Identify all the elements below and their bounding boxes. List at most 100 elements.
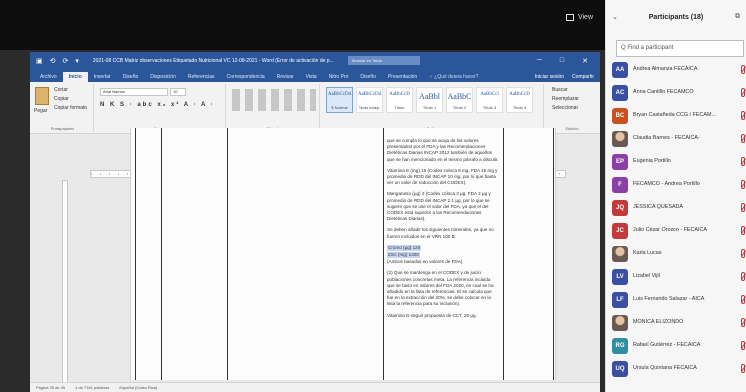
paragraph-format-buttons[interactable] <box>232 89 316 111</box>
participant-row[interactable]: EP Eugenia Portillo <box>606 152 746 172</box>
participant-name: Eugenia Portillo <box>633 158 671 164</box>
participant-row[interactable]: UQ Ursula Quintana FECAICA <box>606 359 746 379</box>
copy-button[interactable]: Copiar <box>54 96 69 102</box>
tell-me-search[interactable]: ♀ ¿Qué desea hacer? <box>423 72 484 82</box>
ribbon-tab[interactable]: Correspondencia <box>221 72 271 82</box>
muted-mic-icon <box>741 180 745 189</box>
document-page[interactable]: que se cumpla lo que se acoja de los val… <box>130 128 556 380</box>
paste-button[interactable]: Pegar <box>34 108 47 114</box>
window-controls: ─ □ ✕ <box>537 57 594 65</box>
avatar: UQ <box>612 361 628 377</box>
ribbon-tab[interactable]: Insertar <box>88 72 117 82</box>
account-area: Iniciar sesión Compartir <box>529 72 600 82</box>
document-paragraph[interactable]: (2) Que se mantenga en el CODEX y de jui… <box>387 270 499 307</box>
participant-row[interactable]: Claudia Barnes - FECAICA- <box>606 129 746 149</box>
document-paragraph[interactable]: Vitamina E (mg) 15 (Codex coloca 9 mg, F… <box>387 168 499 187</box>
participant-row[interactable]: Karla Lucas <box>606 244 746 264</box>
redo-icon[interactable]: ⟳ <box>63 57 69 65</box>
participant-name: Rafael Gutiérrez - FECAICA <box>633 342 701 348</box>
ribbon-tab[interactable]: Vista <box>300 72 323 82</box>
participant-row[interactable]: JQ JESSICA QUESADA <box>606 198 746 218</box>
table-border <box>135 128 136 380</box>
participant-row[interactable]: AC Anna Cantillo FECAMCO <box>606 83 746 103</box>
participant-row[interactable]: LV Lizabel Vijil <box>606 267 746 287</box>
table-border <box>161 128 162 380</box>
participant-row[interactable]: AA Andrea Almanza FECAICA <box>606 60 746 80</box>
style-option[interactable]: AaBbl Título 1 <box>416 87 443 113</box>
table-cell-text[interactable]: que se cumpla lo que se acoja de los val… <box>387 138 499 324</box>
style-option[interactable]: AaBbCcl Título 3 <box>476 87 503 113</box>
document-paragraph[interactable]: Manganeso (µg) 2 (Codex coloca 3 µg, FDA… <box>387 191 499 222</box>
ribbon-tab[interactable]: Inicio <box>62 72 88 82</box>
participant-row[interactable]: F FECAMCO - Andrea Portillo <box>606 175 746 195</box>
format-painter-button[interactable]: Copiar formato <box>54 105 87 111</box>
document-paragraph[interactable]: Se deben añadir los siguientes minerales… <box>387 227 499 239</box>
selected-text[interactable]: Cromo (µg) 120 <box>387 244 422 252</box>
page-count[interactable]: Página 25 de 45 <box>36 385 65 390</box>
document-paragraph[interactable]: (Ambos basados en valores de FDA) <box>387 259 499 265</box>
document-paragraph[interactable]: que se cumpla lo que se acoja de los val… <box>387 138 499 163</box>
ribbon-tab[interactable]: Nitro Pro <box>323 72 355 82</box>
minimize-icon[interactable]: ─ <box>537 57 542 65</box>
select-button[interactable]: Seleccionar <box>552 105 578 111</box>
cut-button[interactable]: Cortar <box>54 87 68 93</box>
pop-out-icon[interactable]: ⧉ <box>722 13 740 21</box>
avatar: LV <box>612 269 628 285</box>
style-option[interactable]: AaBbC Título 2 <box>446 87 473 113</box>
document-paragraph[interactable]: Vitamina D seguir propuesta de CCT, 20 µ… <box>387 313 499 319</box>
sign-in-link[interactable]: Iniciar sesión <box>535 74 564 80</box>
participant-name: Luis Fernando Salazar - AICA <box>633 296 705 302</box>
ribbon-display-options[interactable]: Mostrar en Tabla <box>348 56 420 65</box>
font-size-select[interactable]: 10 <box>170 88 186 96</box>
style-option[interactable]: AaBbCcDd Texto indep. <box>356 87 383 113</box>
save-icon[interactable]: ▣ <box>36 57 43 65</box>
ribbon-tab[interactable]: Diseño <box>354 72 382 82</box>
style-sample: AaBbCcl <box>480 92 499 97</box>
participant-row[interactable]: RG Rafael Gutiérrez - FECAICA <box>606 336 746 356</box>
participant-search-input[interactable]: Q Find a participant <box>616 40 744 57</box>
participant-name: Karla Lucas <box>633 250 662 256</box>
muted-mic-icon <box>741 203 745 212</box>
style-name: Título 1 <box>422 105 437 110</box>
find-button[interactable]: Buscar <box>552 87 568 93</box>
ribbon-tab[interactable]: Presentación <box>382 72 423 82</box>
avatar: AC <box>612 85 628 101</box>
ribbon-tab[interactable]: Diseño <box>117 72 145 82</box>
undo-icon[interactable]: ⟲ <box>50 57 56 65</box>
selected-text[interactable]: Zinc (mg) 1400 <box>387 252 420 259</box>
view-button[interactable]: View <box>565 14 593 21</box>
clipboard-group-label: Portapapeles <box>50 126 75 131</box>
ribbon-tab[interactable]: Revisar <box>271 72 300 82</box>
language-indicator[interactable]: Español (Costa Rica) <box>119 385 157 390</box>
replace-button[interactable]: Reemplazar <box>552 96 579 102</box>
style-option[interactable]: AaBbCcDd ¶ Normal <box>326 87 353 113</box>
paste-icon[interactable] <box>35 87 49 105</box>
maximize-icon[interactable]: □ <box>560 57 564 65</box>
avatar: JC <box>612 223 628 239</box>
participant-row[interactable]: JC Julio César Orozco - FECAICA <box>606 221 746 241</box>
avatar: BC <box>612 108 628 124</box>
participant-row[interactable]: LF Luis Fernando Salazar - AICA <box>606 290 746 310</box>
document-paragraph[interactable]: Cromo (µg) 120 <box>387 244 499 252</box>
participant-row[interactable]: BC Bryan Castañeda CCG / FECAM... <box>606 106 746 126</box>
ribbon-tab[interactable]: Referencias <box>182 72 221 82</box>
style-option[interactable]: AaBbCcD Título 4 <box>506 87 533 113</box>
vertical-ruler[interactable] <box>62 180 68 390</box>
chevron-down-icon[interactable]: ⌄ <box>612 13 630 21</box>
participant-name: Bryan Castañeda CCG / FECAM... <box>633 112 716 118</box>
font-name-select[interactable]: Arial Narrow <box>100 88 168 96</box>
style-name: Texto indep. <box>358 105 381 110</box>
font-format-buttons[interactable]: N K S · abc x₂ x² A · A · <box>100 102 215 108</box>
style-name: Título 3 <box>482 105 497 110</box>
styles-group: AaBbCcDd ¶ Normal AaBbCcDd Texto indep. AaBb… <box>322 84 544 132</box>
ribbon-tab[interactable]: Archivo <box>34 72 63 82</box>
close-icon[interactable]: ✕ <box>582 57 588 65</box>
share-button[interactable]: Compartir <box>572 74 594 80</box>
participants-title: Participants (18) <box>648 13 704 21</box>
customize-icon[interactable]: ▾ <box>75 57 79 65</box>
document-paragraph[interactable]: Zinc (mg) 1400 <box>387 252 499 259</box>
ribbon-tab[interactable]: Disposición <box>144 72 182 82</box>
participant-row[interactable]: MONICA ELIZONDO <box>606 313 746 333</box>
style-option[interactable]: AaBbCcD Título <box>386 87 413 113</box>
word-count[interactable]: 4 de 7161 palabras <box>75 385 109 390</box>
